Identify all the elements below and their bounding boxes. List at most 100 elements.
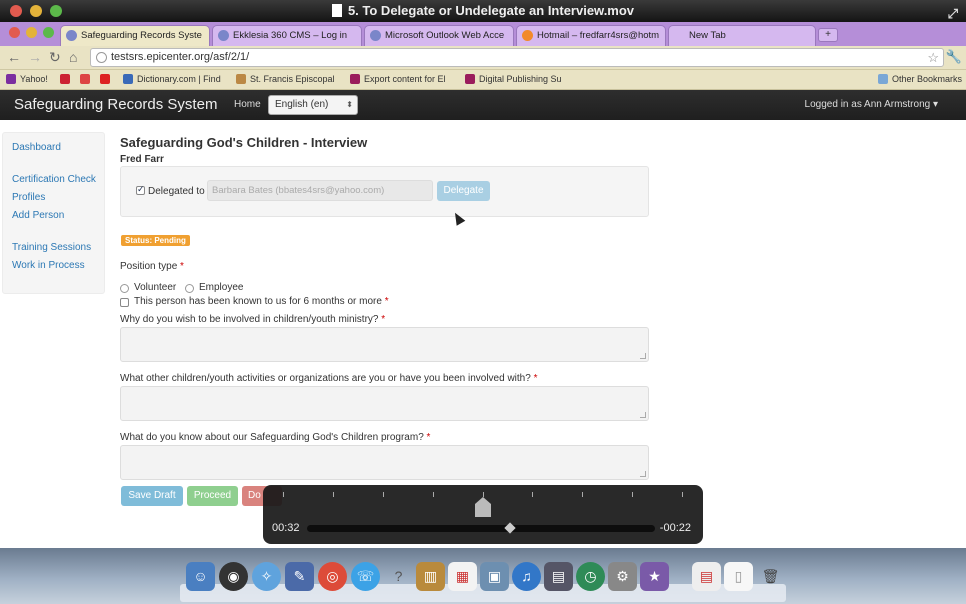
- sidebar-item-work-in-process[interactable]: Work in Process: [12, 260, 85, 271]
- volunteer-label: Volunteer: [134, 282, 177, 293]
- star-icon[interactable]: ☆: [927, 49, 939, 66]
- question-3-textarea[interactable]: [120, 445, 649, 480]
- elapsed-time: 00:32: [272, 522, 300, 534]
- save-draft-button[interactable]: Save Draft: [121, 486, 183, 506]
- sidebar-item-add-person[interactable]: Add Person: [12, 210, 64, 221]
- trash-icon[interactable]: 🗑: [756, 562, 785, 591]
- scrubber-track[interactable]: [307, 525, 655, 532]
- playback-controls: 00:32 -00:22: [263, 485, 703, 544]
- delegation-panel: Delegated to Barbara Bates (bbates4srs@y…: [120, 166, 649, 217]
- employee-radio[interactable]: [185, 284, 194, 293]
- tab-hotmail[interactable]: Hotmail – fredfarr4srs@hotm: [516, 25, 666, 46]
- language-select[interactable]: English (en) ⬍: [268, 95, 358, 115]
- address-bar[interactable]: testsrs.epicenter.org/asf/2/1/ ☆: [90, 48, 944, 67]
- proceed-button[interactable]: Proceed: [187, 486, 238, 506]
- movie-file-icon: [331, 4, 342, 17]
- delegate-input[interactable]: Barbara Bates (bbates4srs@yahoo.com): [207, 180, 433, 201]
- delegated-checkbox[interactable]: [136, 184, 145, 195]
- page-content: Dashboard Certification Check Profiles A…: [0, 120, 966, 522]
- bookmark-yahoo[interactable]: Yahoo!: [6, 74, 48, 84]
- status-badge: Status: Pending: [121, 235, 190, 246]
- sidebar-item-training-sessions[interactable]: Training Sessions: [12, 242, 91, 253]
- required-icon: *: [180, 261, 184, 272]
- chrome-icon[interactable]: ◎: [318, 562, 347, 591]
- time-machine-icon[interactable]: ◷: [576, 562, 605, 591]
- finder-icon[interactable]: ☺: [186, 562, 215, 591]
- sidebar-item-dashboard[interactable]: Dashboard: [12, 142, 61, 153]
- delegate-button[interactable]: Delegate: [437, 181, 490, 201]
- required-icon: *: [384, 296, 389, 307]
- known-six-months-checkbox[interactable]: [120, 298, 129, 307]
- ichat-icon[interactable]: ☏: [351, 562, 380, 591]
- ical-icon[interactable]: ▦: [448, 562, 477, 591]
- app-brand[interactable]: Safeguarding Records System: [14, 96, 217, 113]
- bookmarks-bar: Yahoo! Dictionary.com | Find St. Francis…: [0, 70, 966, 90]
- help-icon[interactable]: ?: [384, 562, 413, 591]
- new-tab-button[interactable]: +: [818, 28, 838, 42]
- address-book-icon[interactable]: ▥: [416, 562, 445, 591]
- bookmark-icon: [465, 74, 475, 84]
- back-arrow-icon[interactable]: ←: [7, 49, 21, 65]
- page-title: Safeguarding God's Children - Interview: [120, 135, 368, 150]
- tab-label: Safeguarding Records Syste: [81, 30, 202, 41]
- volunteer-radio[interactable]: [120, 284, 129, 293]
- question-2-label: What other children/youth activities or …: [120, 373, 537, 384]
- system-preferences-icon[interactable]: ⚙: [608, 562, 637, 591]
- browser-zoom-button[interactable]: [43, 27, 54, 38]
- imovie-icon[interactable]: ★: [640, 562, 669, 591]
- sidebar-item-profiles[interactable]: Profiles: [12, 192, 45, 203]
- bookmark-st-francis[interactable]: St. Francis Episcopal: [236, 74, 335, 84]
- close-window-button[interactable]: [10, 5, 22, 17]
- bookmark-export[interactable]: Export content for El: [350, 74, 446, 84]
- required-icon: *: [426, 432, 431, 443]
- bookmark-red-1[interactable]: [60, 74, 74, 84]
- required-icon: *: [533, 373, 538, 384]
- user-menu[interactable]: Logged in as Ann Armstrong ▾: [805, 99, 938, 110]
- forward-arrow-icon[interactable]: →: [28, 49, 42, 65]
- tab-strip: Safeguarding Records Syste Ekklesia 360 …: [0, 22, 966, 46]
- bookmark-youtube[interactable]: [100, 74, 114, 84]
- home-icon[interactable]: ⌂: [69, 49, 77, 65]
- youtube-icon: [100, 74, 110, 84]
- safari-icon[interactable]: ✧: [252, 562, 281, 591]
- question-2-text: What other children/youth activities or …: [120, 373, 531, 384]
- volume-slider-handle[interactable]: [475, 497, 491, 517]
- caret-down-icon: ▾: [932, 99, 938, 110]
- browser-close-button[interactable]: [9, 27, 20, 38]
- minimize-window-button[interactable]: [30, 5, 42, 17]
- tab-safeguarding[interactable]: Safeguarding Records Syste: [60, 25, 210, 46]
- tab-new[interactable]: New Tab: [668, 25, 816, 46]
- position-type-text: Position type: [120, 261, 178, 272]
- question-1-text: Why do you wish to be involved in childr…: [120, 314, 379, 325]
- language-value: English (en): [275, 99, 329, 110]
- required-icon: *: [381, 314, 386, 325]
- browser-window-controls: [9, 27, 54, 38]
- file-icon[interactable]: ▯: [724, 562, 753, 591]
- wrench-icon[interactable]: 🔧: [946, 49, 962, 65]
- bookmark-dictionary[interactable]: Dictionary.com | Find: [123, 74, 221, 84]
- tab-label: Microsoft Outlook Web Acce: [385, 30, 505, 41]
- folder-icon: [878, 74, 888, 84]
- tab-ekklesia[interactable]: Ekklesia 360 CMS – Log in: [212, 25, 362, 46]
- sidebar-item-certification-check[interactable]: Certification Check: [12, 174, 96, 185]
- itunes-icon[interactable]: ♫: [512, 562, 541, 591]
- nav-home-link[interactable]: Home: [234, 99, 261, 110]
- iphoto-icon[interactable]: ▣: [480, 562, 509, 591]
- reload-icon[interactable]: ↻: [49, 49, 61, 66]
- user-menu-label: Logged in as Ann Armstrong: [804, 99, 931, 110]
- spaces-icon[interactable]: ▤: [544, 562, 573, 591]
- tab-outlook[interactable]: Microsoft Outlook Web Acce: [364, 25, 514, 46]
- page-favicon-icon: [522, 30, 533, 41]
- question-1-textarea[interactable]: [120, 327, 649, 362]
- zoom-window-button[interactable]: [50, 5, 62, 17]
- bookmark-digital-publishing[interactable]: Digital Publishing Su: [465, 74, 562, 84]
- other-bookmarks[interactable]: Other Bookmarks: [878, 74, 962, 84]
- position-type-label: Position type *: [120, 261, 184, 272]
- globe-icon: [96, 52, 107, 63]
- documents-stack-icon[interactable]: ▤: [692, 562, 721, 591]
- browser-minimize-button[interactable]: [26, 27, 37, 38]
- preview-icon[interactable]: ✎: [285, 562, 314, 591]
- dashboard-icon[interactable]: ◉: [219, 562, 248, 591]
- bookmark-red-2[interactable]: [80, 74, 94, 84]
- question-2-textarea[interactable]: [120, 386, 649, 421]
